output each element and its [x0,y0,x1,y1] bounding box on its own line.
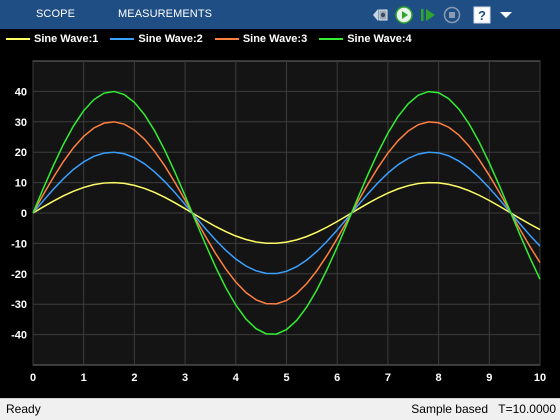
snapshot-back-icon [373,9,388,21]
help-icon: ? [473,6,491,24]
help-button[interactable]: ? [472,5,492,25]
x-tick-label: 9 [486,372,492,384]
toolstrip: SCOPE MEASUREMENTS ? [0,0,560,29]
x-tick-label: 3 [182,372,188,384]
y-tick-label: 20 [15,147,27,159]
run-icon [395,6,413,24]
x-tick-label: 1 [81,372,87,384]
step-forward-icon [421,9,435,21]
x-tick-label: 0 [30,372,36,384]
legend-label: Sine Wave:4 [347,32,412,45]
stop-button[interactable] [442,5,462,25]
y-tick-label: -20 [11,269,27,281]
y-tick-label: -40 [11,330,27,342]
legend-swatch [110,37,135,40]
legend-label: Sine Wave:1 [34,32,99,45]
legend-item-sine-wave-3[interactable]: Sine Wave:3 [214,29,308,48]
x-tick-label: 4 [233,372,240,384]
legend-swatch [6,37,30,40]
sample-mode-label: Sample based [411,402,488,416]
y-tick-label: 0 [21,208,27,220]
legend-swatch [319,37,344,40]
y-tick-label: 10 [15,178,27,190]
step-forward-button[interactable] [418,5,438,25]
tab-scope[interactable]: SCOPE [36,0,75,29]
run-button[interactable] [394,5,414,25]
legend-label: Sine Wave:2 [138,32,203,45]
legend-item-sine-wave-4[interactable]: Sine Wave:4 [319,29,412,48]
x-tick-label: 5 [283,372,289,384]
legend: Sine Wave:1 Sine Wave:2 Sine Wave:3 Sine… [0,29,560,48]
expand-button[interactable] [496,5,516,25]
svg-text:?: ? [478,8,486,23]
legend-item-sine-wave-2[interactable]: Sine Wave:2 [110,29,203,48]
x-tick-label: 8 [436,372,442,384]
status-text: Ready [6,402,41,416]
legend-swatch [214,37,239,40]
legend-label: Sine Wave:3 [242,32,308,45]
status-bar: Ready Sample based T=10.0000 [0,398,560,420]
x-tick-label: 7 [385,372,391,384]
plot-area[interactable]: 0 1 2 3 4 5 6 7 8 9 10 -40 -30 -20 -10 0 10 20 30 40 [0,48,560,398]
y-tick-label: -10 [11,238,27,250]
x-tick-label: 10 [534,372,546,384]
legend-item-sine-wave-1[interactable]: Sine Wave:1 [6,29,98,48]
tab-measurements[interactable]: MEASUREMENTS [118,0,212,29]
x-tick-label: 2 [131,372,137,384]
toolbar: ? [370,4,520,26]
x-tick-label: 6 [334,372,340,384]
expand-icon [500,12,512,18]
scope-chart[interactable]: 0 1 2 3 4 5 6 7 8 9 10 -40 -30 -20 -10 0 10 20 30 40 [0,48,560,398]
y-tick-label: 40 [15,86,27,98]
y-tick-label: -30 [11,299,27,311]
y-tick-label: 30 [15,117,27,129]
snapshot-back-button[interactable] [370,5,390,25]
stop-icon [443,6,461,24]
simulation-time-label: T=10.0000 [498,402,556,416]
